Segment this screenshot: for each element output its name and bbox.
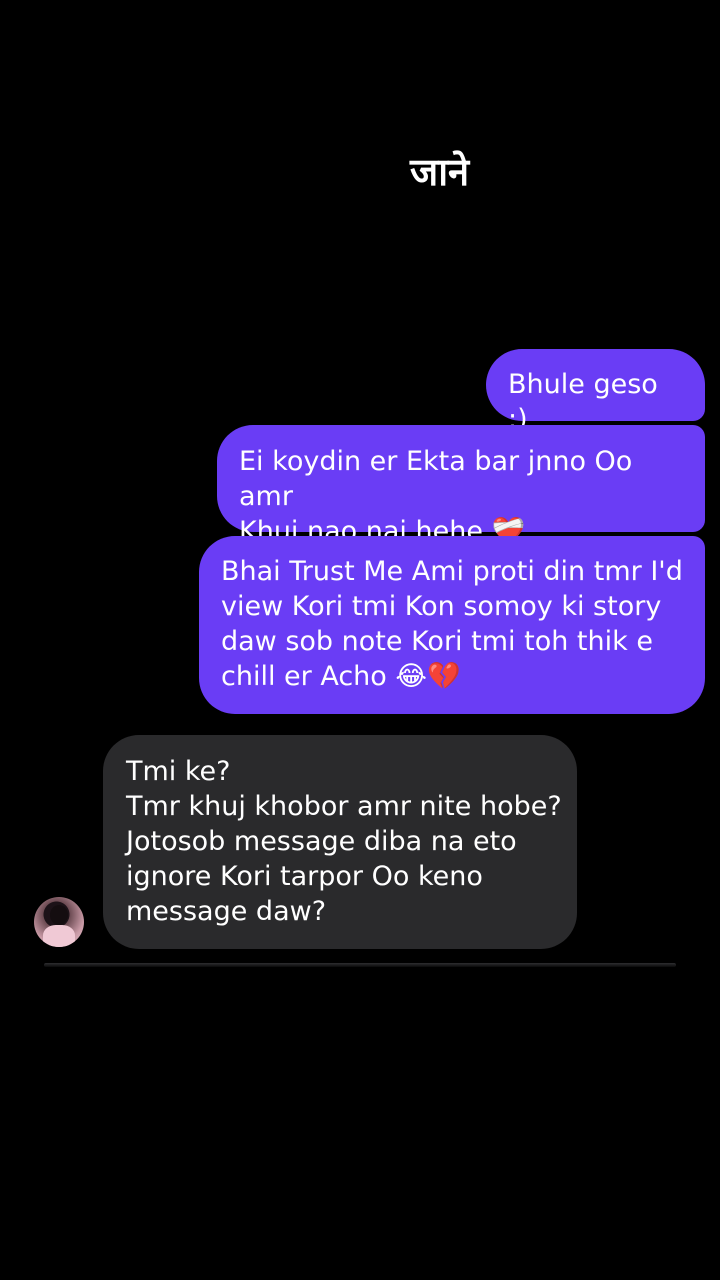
sent-message-bubble[interactable]: Bhule geso :) — [486, 349, 705, 435]
sent-message-bubble[interactable]: Bhai Trust Me Ami proti din tmr I'd view… — [199, 536, 705, 714]
page-title: जाने — [410, 150, 470, 194]
avatar[interactable] — [34, 897, 84, 947]
divider — [44, 963, 676, 967]
avatar-body-shape — [43, 925, 75, 947]
received-message-bubble[interactable]: Tmi ke? Tmr khuj khobor amr nite hobe? J… — [103, 735, 577, 949]
sent-message-bubble[interactable]: Ei koydin er Ekta bar jnno Oo amr Khuj n… — [217, 425, 705, 547]
avatar-head-shape — [50, 905, 68, 925]
